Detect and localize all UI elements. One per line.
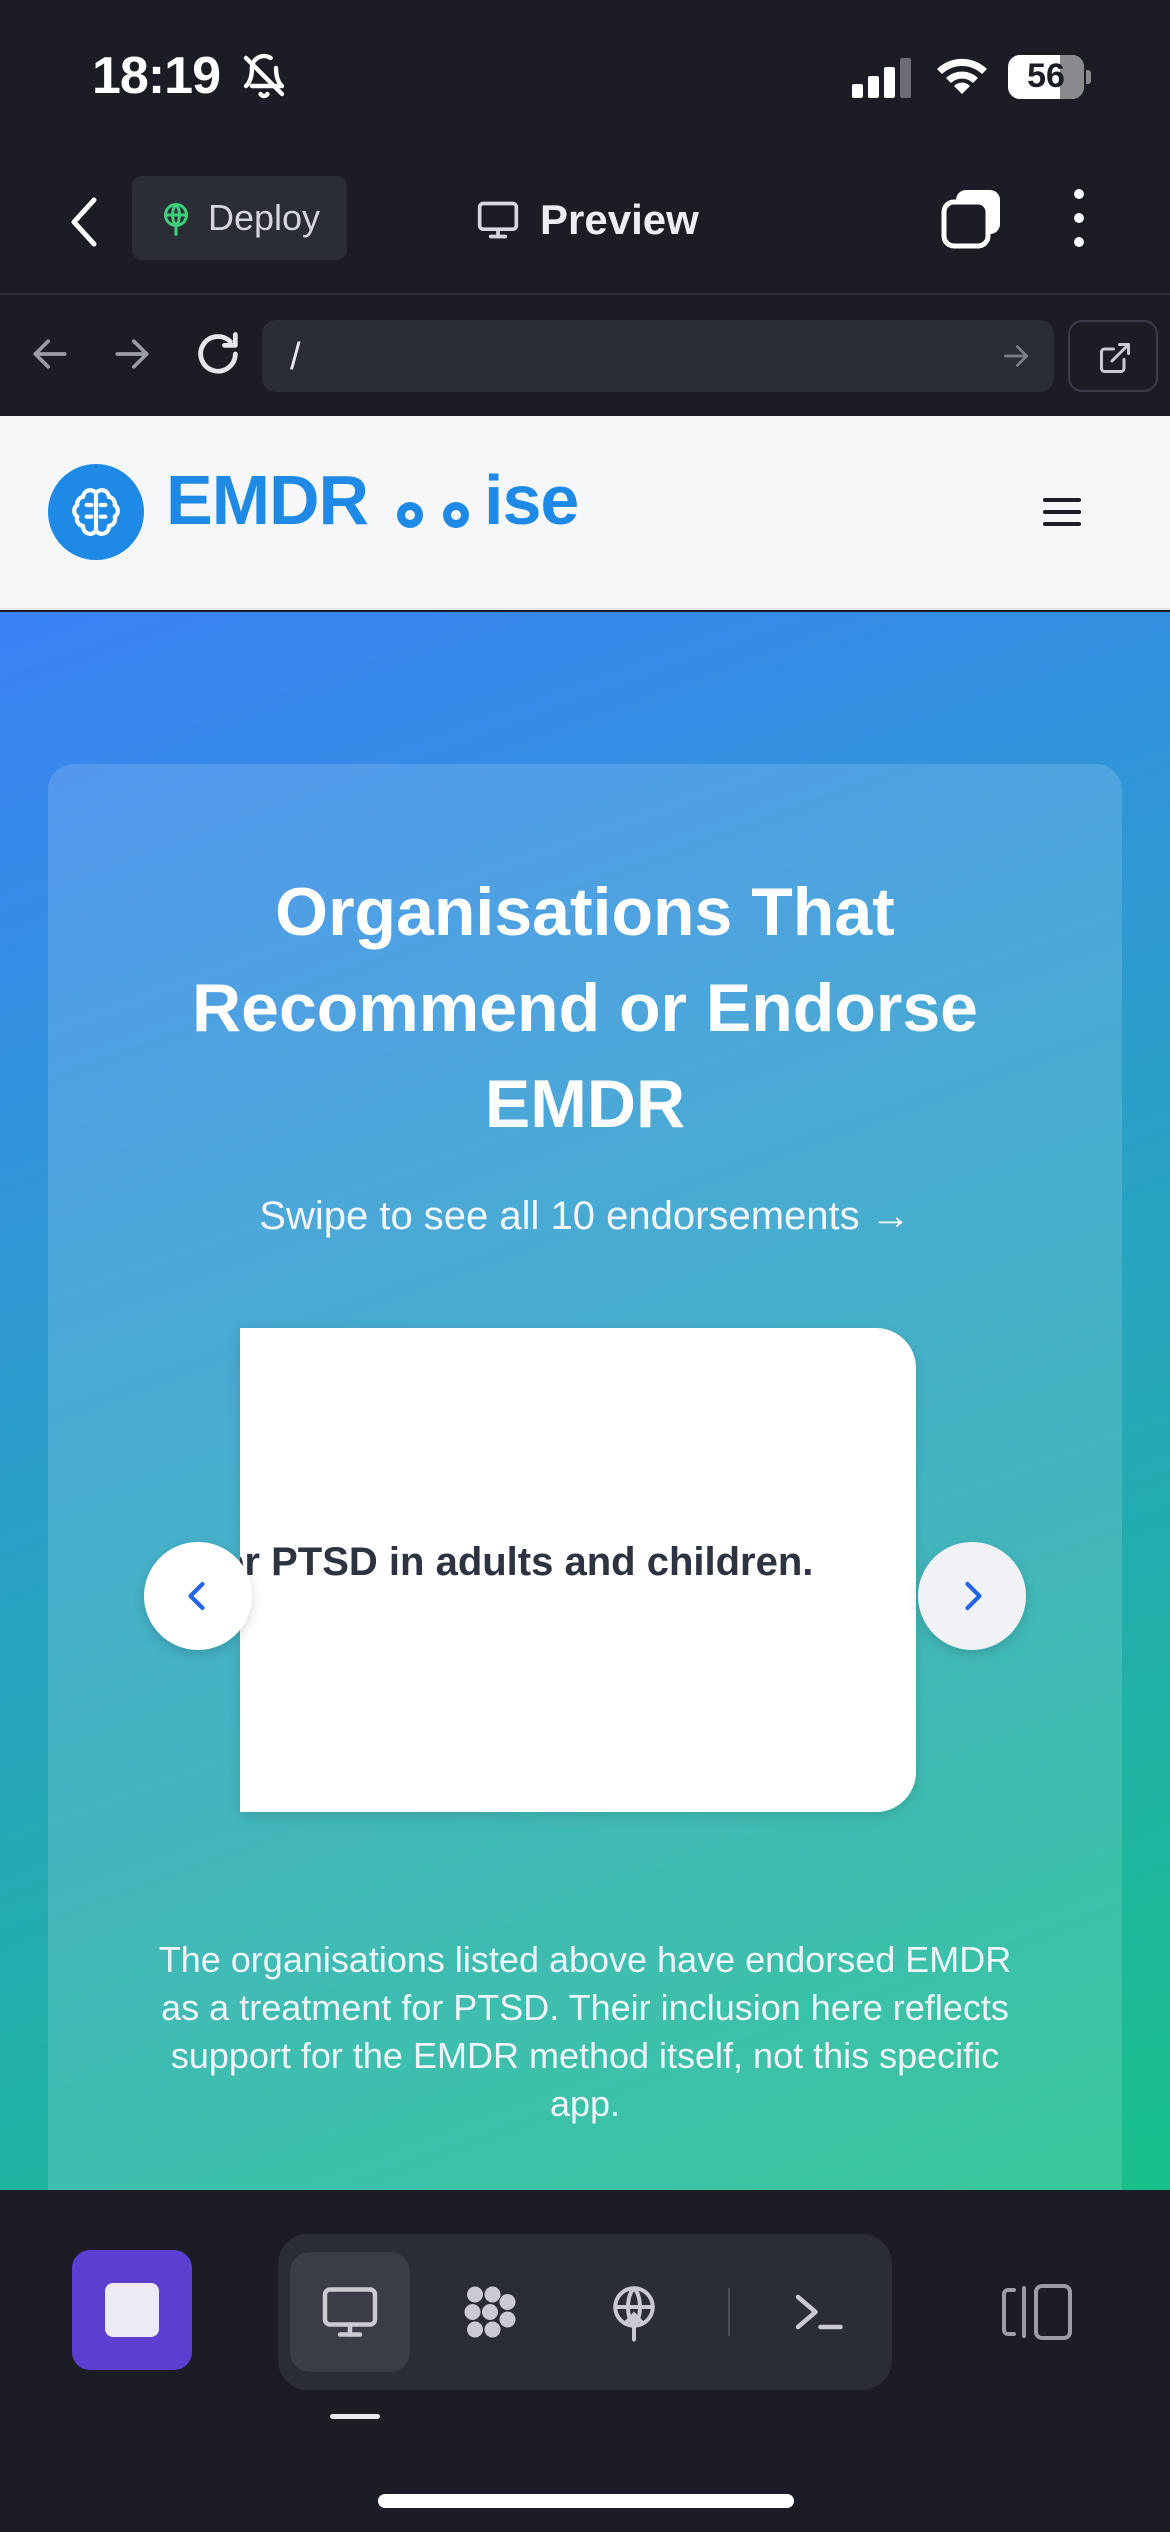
puzzle-icon bbox=[464, 2286, 516, 2338]
deploy-icon bbox=[613, 2286, 655, 2342]
section-title: Organisations That Recommend or Endorse … bbox=[192, 874, 978, 1142]
previous-slide-button[interactable] bbox=[144, 1542, 252, 1650]
logo-badge[interactable] bbox=[48, 464, 144, 560]
chevron-right-icon bbox=[965, 1581, 982, 1611]
logo-eyes-icon bbox=[397, 502, 469, 528]
monitor-icon bbox=[477, 201, 519, 239]
endorsements-section: Organisations That Recommend or Endorse … bbox=[0, 612, 1170, 2190]
website-preview: EMDR ise Organisations That Recommend or… bbox=[0, 416, 1170, 2190]
logo-text-left: EMDR bbox=[166, 461, 369, 539]
stop-button[interactable] bbox=[72, 2250, 192, 2370]
status-bar: 18:19 56 bbox=[0, 0, 1170, 150]
chevron-left-icon bbox=[188, 1581, 205, 1611]
deploy-icon bbox=[164, 203, 188, 236]
open-external-button[interactable] bbox=[1068, 320, 1158, 392]
disclaimer-text: The organisations listed above have endo… bbox=[158, 1939, 1012, 2124]
active-tab-indicator bbox=[330, 2414, 380, 2419]
preview-label: Preview bbox=[540, 196, 699, 243]
monitor-icon bbox=[322, 2287, 378, 2337]
stop-icon bbox=[105, 2283, 159, 2337]
url-field[interactable]: / bbox=[262, 320, 1054, 392]
logo-text-right: ise bbox=[484, 461, 579, 539]
url-text: / bbox=[290, 336, 301, 378]
bell-off-icon bbox=[243, 53, 285, 99]
wifi-icon bbox=[937, 58, 987, 94]
more-vertical-icon[interactable] bbox=[1064, 186, 1094, 250]
external-link-icon bbox=[1100, 343, 1130, 373]
deploy-button[interactable]: Deploy bbox=[132, 176, 347, 260]
url-bar: / bbox=[0, 296, 1170, 416]
endorsement-slide[interactable]: or PTSD in adults and children. bbox=[240, 1328, 916, 1812]
back-chevron-icon[interactable] bbox=[62, 192, 106, 252]
slide-text: or PTSD in adults and children. bbox=[240, 1540, 814, 1584]
swipe-hint: Swipe to see all 10 endorsements → bbox=[259, 1194, 911, 1238]
next-slide-button[interactable] bbox=[918, 1542, 1026, 1650]
bottom-toolbar bbox=[0, 2190, 1170, 2532]
tabs-icon[interactable] bbox=[940, 186, 1004, 250]
dock-preview-button[interactable] bbox=[290, 2252, 410, 2372]
arrow-left-icon[interactable] bbox=[28, 332, 72, 376]
tool-dock bbox=[278, 2234, 892, 2390]
dock-terminal-button[interactable] bbox=[758, 2252, 878, 2372]
dock-extensions-button[interactable] bbox=[430, 2252, 550, 2372]
battery-icon: 56 bbox=[1008, 55, 1091, 99]
home-indicator bbox=[378, 2494, 794, 2508]
endorsements-card: Organisations That Recommend or Endorse … bbox=[48, 764, 1122, 2190]
dock-deploy-button[interactable] bbox=[574, 2252, 694, 2372]
go-arrow-icon[interactable] bbox=[1000, 340, 1032, 372]
preview-title: Preview bbox=[476, 190, 699, 250]
arrow-right-icon[interactable] bbox=[110, 332, 154, 376]
status-time: 18:19 bbox=[92, 47, 221, 105]
menu-icon[interactable] bbox=[1042, 496, 1082, 528]
battery-level: 56 bbox=[1027, 57, 1065, 95]
signal-icon bbox=[852, 58, 911, 98]
reload-icon[interactable] bbox=[192, 328, 244, 380]
split-view-icon[interactable] bbox=[1000, 2282, 1076, 2342]
deploy-label: Deploy bbox=[208, 197, 321, 238]
app-toolbar: Deploy Preview bbox=[0, 150, 1170, 295]
brain-icon bbox=[72, 488, 120, 536]
terminal-icon bbox=[795, 2294, 843, 2330]
site-header: EMDR ise bbox=[0, 416, 1170, 610]
dock-separator bbox=[728, 2288, 730, 2336]
